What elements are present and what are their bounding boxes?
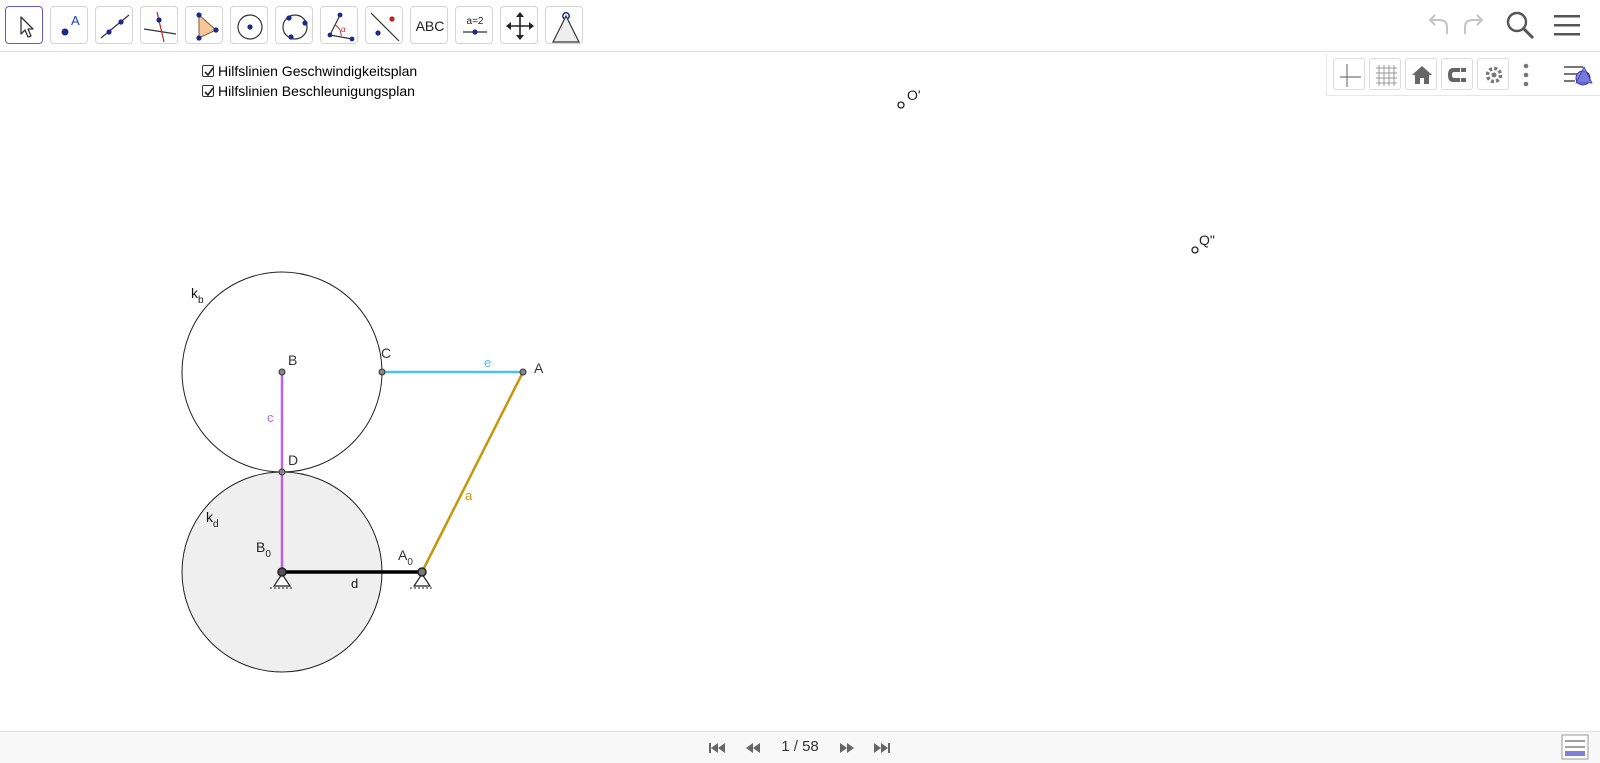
fixed-support-icon bbox=[552, 12, 580, 43]
settings-button[interactable] bbox=[1477, 58, 1509, 90]
first-page-icon[interactable] bbox=[707, 739, 727, 757]
last-page-icon[interactable] bbox=[872, 739, 892, 757]
label-circle-kb: kb bbox=[191, 285, 204, 306]
cursor-arrow-icon bbox=[20, 16, 34, 38]
circle-center-icon bbox=[237, 14, 263, 40]
label-segment-d: d bbox=[351, 576, 358, 591]
segment-a[interactable] bbox=[420, 371, 525, 573]
slide-navigation-bar: 1 / 58 bbox=[0, 731, 1600, 763]
point-capturing-icon bbox=[1448, 68, 1466, 82]
angle-icon: α bbox=[327, 12, 355, 42]
point-tool-button[interactable]: A bbox=[50, 6, 88, 44]
label-c: C bbox=[381, 345, 391, 361]
polygon-icon bbox=[196, 12, 219, 41]
point-a0[interactable] bbox=[417, 567, 427, 577]
axes-toggle-button[interactable] bbox=[1333, 58, 1365, 90]
slider-tool-label: a=2 bbox=[467, 16, 484, 27]
point-o-prime[interactable] bbox=[897, 101, 905, 109]
circle-three-points-icon bbox=[282, 14, 308, 40]
point-a[interactable] bbox=[519, 368, 527, 376]
point-q-double-prime[interactable] bbox=[1191, 246, 1199, 254]
angle-tool-label: α bbox=[341, 25, 346, 34]
label-a: A bbox=[534, 360, 544, 376]
perpendicular-icon bbox=[143, 11, 177, 43]
line-tool-button[interactable] bbox=[95, 6, 133, 44]
label-segment-c: c bbox=[267, 410, 274, 425]
algebra-view-icon[interactable] bbox=[1561, 734, 1589, 760]
perpendicular-line-tool-button[interactable] bbox=[140, 6, 178, 44]
move-tool-button[interactable] bbox=[5, 6, 43, 44]
point-c[interactable] bbox=[378, 368, 386, 376]
custom-tool-button[interactable] bbox=[545, 6, 583, 44]
label-o-prime: O' bbox=[907, 87, 921, 103]
label-b: B bbox=[288, 352, 297, 368]
move-graphics-view-tool-button[interactable] bbox=[500, 6, 538, 44]
text-tool-label: ABC bbox=[415, 18, 445, 34]
menu-icon[interactable] bbox=[1552, 8, 1582, 42]
search-icon[interactable] bbox=[1504, 8, 1536, 42]
label-segment-a: a bbox=[465, 488, 473, 503]
more-options-icon[interactable] bbox=[1516, 59, 1536, 91]
grid-icon bbox=[1376, 65, 1397, 86]
polygon-tool-button[interactable] bbox=[185, 6, 223, 44]
move-arrows-icon bbox=[506, 12, 534, 40]
label-segment-e: e bbox=[484, 355, 491, 370]
point-d[interactable] bbox=[278, 468, 286, 476]
previous-page-icon[interactable] bbox=[743, 739, 763, 757]
slider-icon: a=2 bbox=[463, 16, 487, 35]
graphics-style-bar bbox=[1326, 54, 1600, 96]
text-tool-button[interactable]: ABC bbox=[410, 6, 448, 44]
settings-gear-icon bbox=[1485, 66, 1503, 84]
label-q-double-prime: Q" bbox=[1199, 232, 1215, 248]
point-b0[interactable] bbox=[277, 567, 287, 577]
label-d: D bbox=[288, 452, 298, 468]
main-toolbar: A α ABC a=2 bbox=[0, 0, 1600, 52]
next-page-icon[interactable] bbox=[837, 739, 857, 757]
slider-tool-button[interactable]: a=2 bbox=[455, 6, 493, 44]
graphics-view[interactable]: B C A D B0 A0 O' Q" e c a d kb kd bbox=[0, 52, 1300, 730]
reflect-tool-button[interactable] bbox=[365, 6, 403, 44]
point-icon: A bbox=[61, 13, 80, 36]
axes-icon bbox=[1340, 64, 1361, 87]
reflect-icon bbox=[370, 12, 400, 42]
page-indicator: 1 / 58 bbox=[781, 738, 819, 755]
undo-icon[interactable] bbox=[1423, 8, 1453, 42]
point-capturing-button[interactable] bbox=[1441, 58, 1473, 90]
home-button[interactable] bbox=[1405, 58, 1437, 90]
grid-toggle-button[interactable] bbox=[1369, 58, 1401, 90]
home-icon bbox=[1412, 66, 1432, 84]
line-icon bbox=[100, 14, 130, 39]
circle-tool-button[interactable] bbox=[230, 6, 268, 44]
style-bar-toggle-icon[interactable] bbox=[1561, 59, 1597, 91]
point-tool-label: A bbox=[71, 13, 80, 28]
angle-tool-button[interactable]: α bbox=[320, 6, 358, 44]
point-b[interactable] bbox=[278, 368, 286, 376]
redo-icon[interactable] bbox=[1459, 8, 1489, 42]
circle-three-points-tool-button[interactable] bbox=[275, 6, 313, 44]
label-a0: A0 bbox=[398, 547, 413, 568]
